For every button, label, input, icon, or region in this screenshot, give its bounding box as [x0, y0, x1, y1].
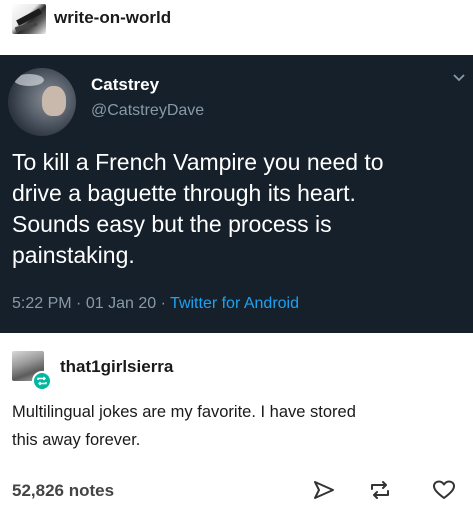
post-header: write-on-world	[0, 0, 473, 46]
op-avatar[interactable]	[12, 4, 46, 34]
comment-line: this away forever.	[12, 431, 141, 449]
tweet-text-line: painstaking.	[12, 242, 135, 268]
chevron-down-icon	[449, 71, 469, 87]
reblog-icon[interactable]	[367, 479, 393, 501]
tweet-text-line: To kill a French Vampire you need to	[12, 149, 384, 175]
tweet-text: To kill a French Vampire you need to dri…	[12, 147, 467, 271]
tweet-text-line: drive a baguette through its heart.	[12, 180, 356, 206]
meta-separator: ·	[160, 295, 166, 312]
tweet-meta: 5:22 PM · 01 Jan 20 · Twitter for Androi…	[12, 295, 299, 313]
reblog-comment: Multilingual jokes are my favorite. I ha…	[12, 398, 467, 454]
reblogger-username[interactable]: that1girlsierra	[60, 357, 173, 377]
tweet-card: Catstrey @CatstreyDave To kill a French …	[0, 55, 473, 333]
notes-count[interactable]: 52,826 notes	[12, 481, 114, 501]
tweet-source: Twitter for Android	[170, 295, 299, 312]
op-username[interactable]: write-on-world	[54, 8, 171, 28]
tweet-time: 5:22 PM	[12, 295, 72, 312]
meta-separator: ·	[76, 295, 82, 312]
comment-line: Multilingual jokes are my favorite. I ha…	[12, 403, 356, 421]
tweet-handle: @CatstreyDave	[91, 102, 205, 119]
heart-icon[interactable]	[431, 479, 457, 501]
tweet-avatar	[8, 68, 76, 136]
tweet-text-line: Sounds easy but the process is	[12, 211, 332, 237]
reblog-badge-icon	[32, 371, 52, 391]
tweet-date: 01 Jan 20	[85, 295, 157, 312]
reblog-header: that1girlsierra	[0, 345, 473, 391]
share-icon[interactable]	[311, 479, 337, 501]
post-footer: 52,826 notes	[0, 475, 473, 503]
tweet-display-name: Catstrey	[91, 75, 160, 94]
